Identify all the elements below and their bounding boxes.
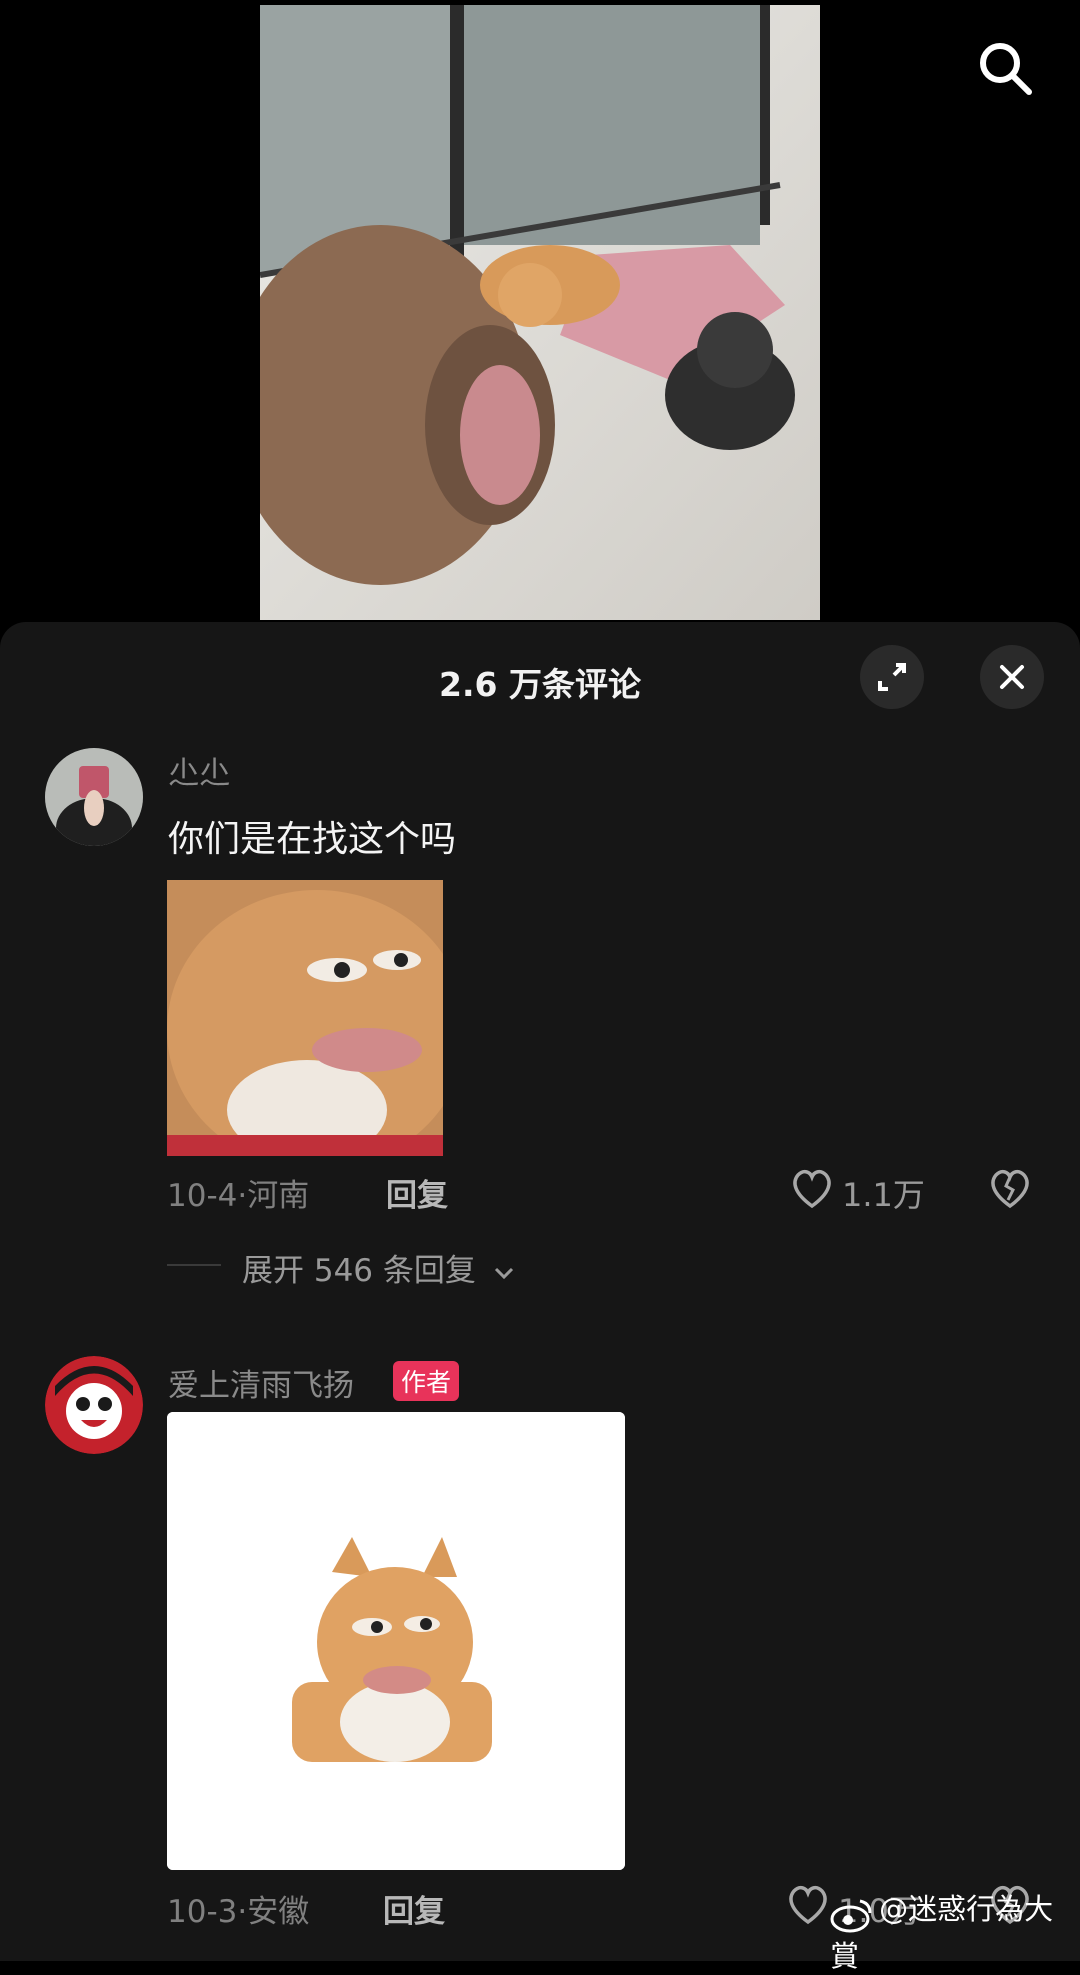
expand-button[interactable] bbox=[860, 645, 924, 709]
weibo-icon bbox=[830, 1899, 872, 1932]
watermark: @迷惑行為大賞 bbox=[830, 1886, 1080, 1975]
meta-separator: · bbox=[237, 1178, 248, 1214]
divider bbox=[167, 1264, 221, 1266]
like-button[interactable] bbox=[786, 1884, 830, 1930]
broken-heart-icon bbox=[991, 1169, 1029, 1209]
cat-meme-image bbox=[167, 880, 443, 1156]
like-button[interactable] bbox=[790, 1168, 834, 1210]
chevron-down-icon bbox=[494, 1267, 513, 1280]
heart-icon bbox=[793, 1169, 831, 1209]
video-frame bbox=[260, 5, 820, 620]
comment-date: 10-3 bbox=[167, 1894, 238, 1930]
close-button[interactable] bbox=[980, 645, 1044, 709]
search-icon bbox=[980, 43, 1032, 95]
cat-sticker-image bbox=[167, 1412, 625, 1870]
comment-location: 安徽 bbox=[247, 1894, 310, 1930]
video-player[interactable] bbox=[260, 5, 820, 620]
avatar-image bbox=[45, 1356, 143, 1454]
close-icon bbox=[1000, 665, 1024, 689]
comment-meta: 10-4·河南 bbox=[167, 1170, 309, 1215]
search-button[interactable] bbox=[975, 38, 1035, 98]
comment-text: 你们是在找这个吗 bbox=[168, 819, 457, 860]
comment-location: 河南 bbox=[247, 1178, 310, 1214]
comment-username[interactable]: 爱上清雨飞扬 bbox=[168, 1360, 354, 1405]
reply-button[interactable]: 回复 bbox=[383, 1886, 445, 1931]
avatar[interactable] bbox=[45, 748, 143, 846]
like-count: 1.1万 bbox=[842, 1176, 925, 1214]
comment-date: 10-4 bbox=[167, 1178, 238, 1214]
dislike-button[interactable] bbox=[988, 1168, 1032, 1214]
comment-meta: 10-3·安徽 bbox=[167, 1886, 309, 1931]
expand-replies-label: 展开 546 条回复 bbox=[242, 1253, 476, 1289]
reply-button[interactable]: 回复 bbox=[386, 1170, 448, 1215]
heart-icon bbox=[789, 1885, 827, 1925]
comment-image[interactable] bbox=[167, 1412, 625, 1870]
comment-username[interactable]: 尐尐 bbox=[168, 748, 230, 793]
avatar[interactable] bbox=[45, 1356, 143, 1454]
meta-separator: · bbox=[237, 1894, 248, 1930]
avatar-image bbox=[45, 748, 143, 846]
author-badge: 作者 bbox=[393, 1361, 460, 1401]
comment-image[interactable] bbox=[167, 880, 443, 1156]
expand-icon bbox=[878, 663, 906, 691]
expand-replies-button[interactable]: 展开 546 条回复 bbox=[242, 1245, 516, 1290]
